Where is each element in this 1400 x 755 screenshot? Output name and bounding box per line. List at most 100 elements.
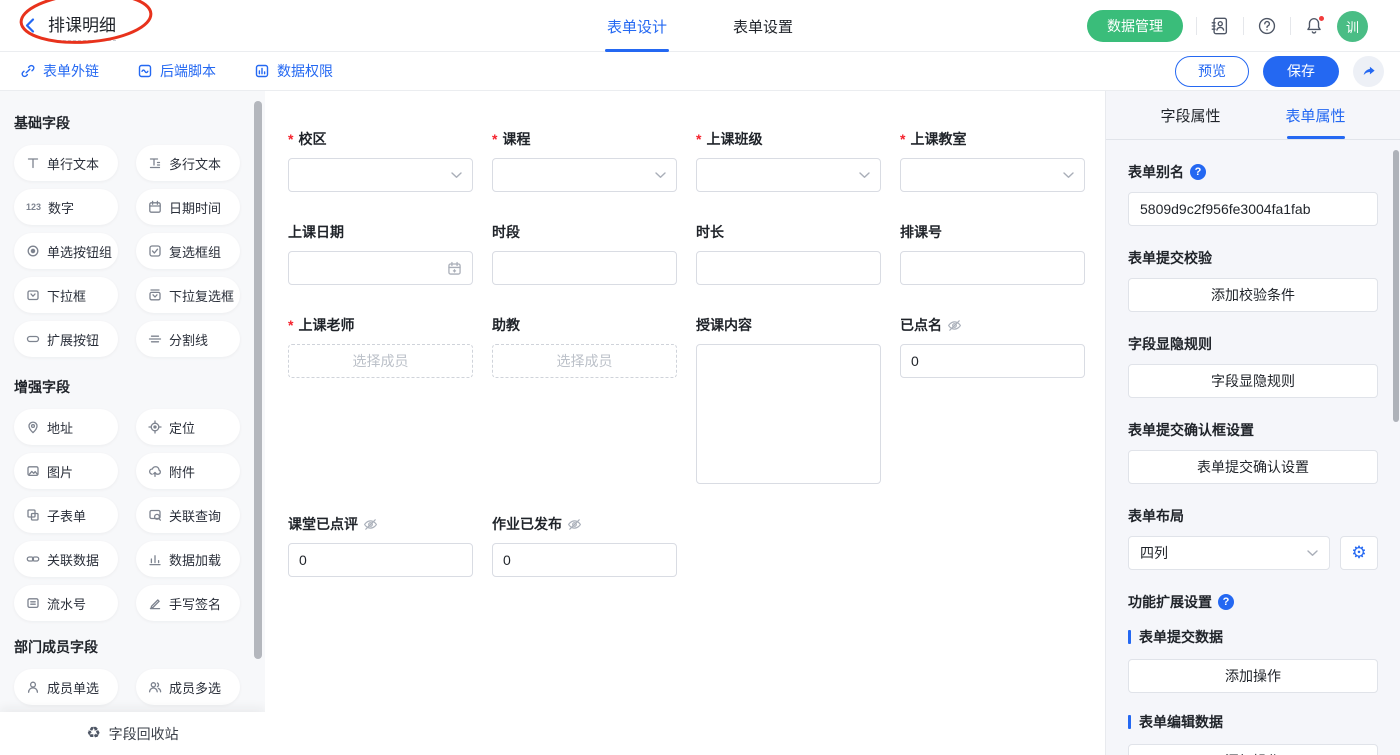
contacts-icon[interactable] [1210,16,1230,36]
backend-script-link[interactable]: 后端脚本 [137,61,216,81]
palette-item-select[interactable]: 下拉框 [14,277,118,313]
chevron-down-icon [451,172,462,179]
field-label: 已点名 [900,315,942,335]
link-label: 表单外链 [43,61,99,81]
schedule-no-input[interactable] [900,251,1085,285]
field-campus[interactable]: *校区 [288,129,473,192]
palette-item-checkbox-group[interactable]: 复选框组 [136,233,240,269]
form-row-1: *校区 *课程 *上课班级 *上课教室 [288,129,1105,192]
recycle-icon: ♻ [86,726,100,742]
assistant-member-picker[interactable]: 选择成员 [492,344,677,378]
field-class[interactable]: *上课班级 [696,129,881,192]
palette-item-linked-data[interactable]: 关联数据 [14,541,118,577]
palette-item-subform[interactable]: 子表单 [14,497,118,533]
field-course[interactable]: *课程 [492,129,677,192]
class-select[interactable] [696,158,881,192]
field-duration[interactable]: 时长 [696,222,881,285]
multi-line-text-icon [148,156,162,170]
help-icon[interactable]: ? [1190,164,1206,180]
time-slot-input[interactable] [492,251,677,285]
palette-item-linked-query[interactable]: 关联查询 [136,497,240,533]
palette-item-signature[interactable]: 手写签名 [136,585,240,621]
palette-item-number[interactable]: 123 数字 [14,189,118,225]
form-external-link[interactable]: 表单外链 [20,61,99,81]
classroom-select[interactable] [900,158,1085,192]
palette-item-serial-number[interactable]: 流水号 [14,585,118,621]
edit-data-add-button[interactable]: 添加操作 [1128,744,1378,755]
palette-item-datetime[interactable]: 日期时间 [136,189,240,225]
preview-button[interactable]: 预览 [1175,56,1249,87]
data-permission-link[interactable]: 数据权限 [254,61,333,81]
tab-form-settings[interactable]: 表单设置 [731,0,795,52]
palette-item-multi-line-text[interactable]: 多行文本 [136,145,240,181]
palette-item-address[interactable]: 地址 [14,409,118,445]
layout-settings-button[interactable]: ⚙ [1340,536,1378,570]
tab-field-properties[interactable]: 字段属性 [1128,91,1253,139]
avatar[interactable]: 训 [1337,11,1368,42]
help-icon[interactable]: ? [1218,594,1234,610]
duration-input[interactable] [696,251,881,285]
field-classroom[interactable]: *上课教室 [900,129,1085,192]
palette-item-extend-button[interactable]: 扩展按钮 [14,321,118,357]
field-palette: 基础字段 单行文本 多行文本 123 数字 日期时间 单选按钮组 [0,91,265,755]
form-row-4: 课堂已点评 0 作业已发布 0 [288,514,1105,577]
roll-called-input[interactable]: 0 [900,344,1085,378]
palette-item-member-multi[interactable]: 成员多选 [136,669,240,705]
palette-scrollbar[interactable] [254,101,262,659]
submit-confirm-button[interactable]: 表单提交确认设置 [1128,450,1378,484]
tab-form-properties[interactable]: 表单属性 [1253,91,1378,139]
eye-off-icon [947,318,962,333]
palette-item-single-line-text[interactable]: 单行文本 [14,145,118,181]
palette-item-image[interactable]: 图片 [14,453,118,489]
submit-data-add-button[interactable]: 添加操作 [1128,659,1378,693]
window-scrollbar[interactable] [1393,150,1399,422]
palette-item-radio-group[interactable]: 单选按钮组 [14,233,118,269]
field-assistant[interactable]: 助教 选择成员 [492,315,677,378]
field-recycle-bin[interactable]: ♻ 字段回收站 [0,712,265,755]
content-textarea[interactable] [696,344,881,484]
notification-bell-icon[interactable] [1304,16,1324,36]
share-button[interactable] [1353,56,1384,87]
course-select[interactable] [492,158,677,192]
palette-item-label: 分割线 [169,330,208,349]
subform-icon [26,508,40,522]
form-alias-input[interactable] [1128,192,1378,226]
field-class-date[interactable]: 上课日期 [288,222,473,285]
field-value: 0 [299,552,307,568]
back-title-group: 排课明细 [22,11,116,41]
palette-item-multi-select[interactable]: 下拉复选框 [136,277,240,313]
palette-item-divider[interactable]: 分割线 [136,321,240,357]
teacher-member-picker[interactable]: 选择成员 [288,344,473,378]
palette-item-label: 复选框组 [169,242,221,261]
field-content[interactable]: 授课内容 [696,315,881,484]
field-class-reviewed[interactable]: 课堂已点评 0 [288,514,473,577]
back-button[interactable] [22,17,38,34]
field-schedule-no[interactable]: 排课号 [900,222,1085,285]
field-visibility-button[interactable]: 字段显隐规则 [1128,364,1378,398]
help-icon[interactable] [1257,16,1277,36]
campus-select[interactable] [288,158,473,192]
field-homework-published[interactable]: 作业已发布 0 [492,514,677,577]
class-date-input[interactable] [288,251,473,285]
class-reviewed-input[interactable]: 0 [288,543,473,577]
homework-published-input[interactable]: 0 [492,543,677,577]
data-manage-button[interactable]: 数据管理 [1087,10,1183,42]
field-teacher[interactable]: *上课老师 选择成员 [288,315,473,378]
chevron-down-icon [1063,172,1074,179]
layout-select[interactable]: 四列 [1128,536,1330,570]
submit-validation-label: 表单提交校验 [1128,248,1378,268]
palette-item-data-load[interactable]: 数据加载 [136,541,240,577]
field-roll-called[interactable]: 已点名 0 [900,315,1085,378]
palette-item-attachment[interactable]: 附件 [136,453,240,489]
number-icon: 123 [26,202,41,212]
section-title-members: 部门成员字段 [14,637,265,657]
palette-item-label: 数据加载 [169,550,221,569]
layout-select-value: 四列 [1140,543,1168,563]
palette-item-locate[interactable]: 定位 [136,409,240,445]
field-time-slot[interactable]: 时段 [492,222,677,285]
share-arrow-icon [1361,63,1377,79]
tab-form-design[interactable]: 表单设计 [605,0,669,52]
save-button[interactable]: 保存 [1263,56,1339,87]
palette-item-member-single[interactable]: 成员单选 [14,669,118,705]
add-validation-button[interactable]: 添加校验条件 [1128,278,1378,312]
